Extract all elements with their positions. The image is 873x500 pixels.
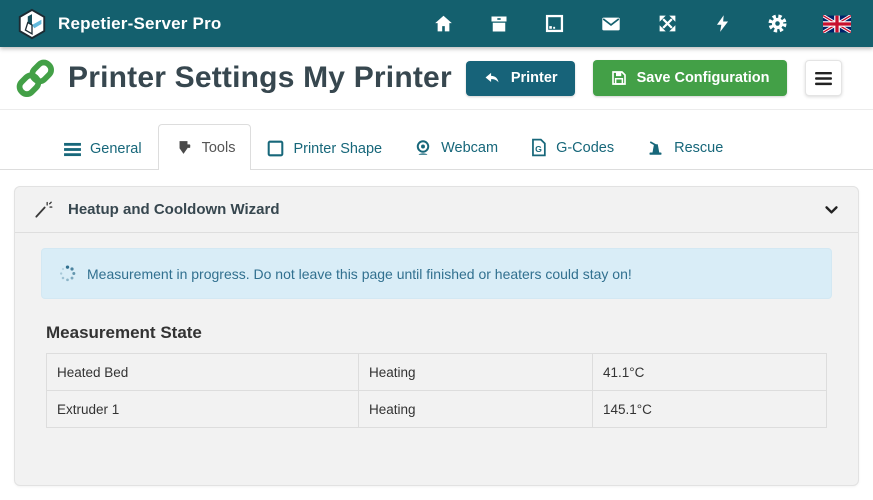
jack-icon [646, 139, 665, 157]
heater-status: Heating [359, 391, 593, 428]
settings-tabs: General Tools Printer Shape Webcam [0, 110, 873, 170]
hamburger-icon [815, 71, 832, 86]
page-header: Printer Settings My Printer Printer Save… [0, 47, 873, 110]
expand-icon[interactable] [657, 13, 678, 34]
heater-temperature: 41.1°C [593, 354, 827, 391]
list-icon [64, 142, 81, 157]
bolt-icon[interactable] [713, 13, 732, 34]
alert-text: Measurement in progress. Do not leave th… [87, 266, 632, 282]
measurement-state-table: Heated Bed Heating 41.1°C Extruder 1 Hea… [46, 353, 827, 428]
square-outline-icon [267, 140, 284, 157]
heatup-wizard-panel: Heatup and Cooldown Wizard Measurement i… [14, 186, 859, 486]
chevron-down-icon[interactable] [823, 201, 840, 218]
spinner-icon [58, 264, 77, 283]
webcam-icon [414, 139, 432, 157]
svg-text:G: G [535, 144, 542, 154]
magic-wand-icon [33, 200, 53, 220]
save-configuration-button[interactable]: Save Configuration [593, 60, 787, 96]
menu-button[interactable] [805, 60, 842, 96]
printer-box-icon[interactable] [489, 14, 509, 34]
heater-status: Heating [359, 354, 593, 391]
panel-body: Measurement in progress. Do not leave th… [15, 233, 858, 428]
page-title: Printer Settings My Printer [14, 57, 452, 99]
home-icon[interactable] [433, 13, 454, 34]
header-actions: Printer Save Configuration [466, 60, 842, 96]
tab-gcodes[interactable]: G G-Codes [514, 124, 630, 170]
tab-webcam[interactable]: Webcam [398, 125, 514, 170]
heater-name: Extruder 1 [47, 391, 359, 428]
repetier-logo-icon [16, 8, 48, 40]
gcode-file-icon: G [530, 138, 547, 157]
heater-temperature: 145.1°C [593, 391, 827, 428]
print-queue-icon[interactable] [544, 13, 565, 34]
gear-icon[interactable] [767, 13, 788, 34]
tab-printer-shape[interactable]: Printer Shape [251, 126, 398, 170]
table-row: Heated Bed Heating 41.1°C [47, 354, 827, 391]
tab-rescue[interactable]: Rescue [630, 125, 739, 170]
panel-title: Heatup and Cooldown Wizard [68, 201, 280, 218]
uk-flag-icon[interactable] [823, 15, 851, 33]
measurement-alert: Measurement in progress. Do not leave th… [41, 248, 832, 299]
measurement-state-heading: Measurement State [46, 323, 827, 343]
top-navbar: Repetier-Server Pro [0, 0, 873, 47]
extruder-icon [174, 138, 193, 157]
page-title-text: Printer Settings My Printer [68, 61, 452, 95]
table-row: Extruder 1 Heating 145.1°C [47, 391, 827, 428]
brand[interactable]: Repetier-Server Pro [16, 8, 221, 40]
navbar-icons [433, 13, 857, 35]
tab-general[interactable]: General [48, 127, 158, 170]
floppy-disk-icon [610, 69, 628, 87]
tab-tools[interactable]: Tools [158, 124, 252, 170]
link-icon [14, 57, 56, 99]
heater-name: Heated Bed [47, 354, 359, 391]
mail-icon[interactable] [600, 13, 622, 35]
printer-button[interactable]: Printer [466, 61, 575, 96]
reply-arrow-icon [483, 70, 502, 87]
brand-title: Repetier-Server Pro [58, 14, 221, 34]
panel-header[interactable]: Heatup and Cooldown Wizard [15, 187, 858, 233]
